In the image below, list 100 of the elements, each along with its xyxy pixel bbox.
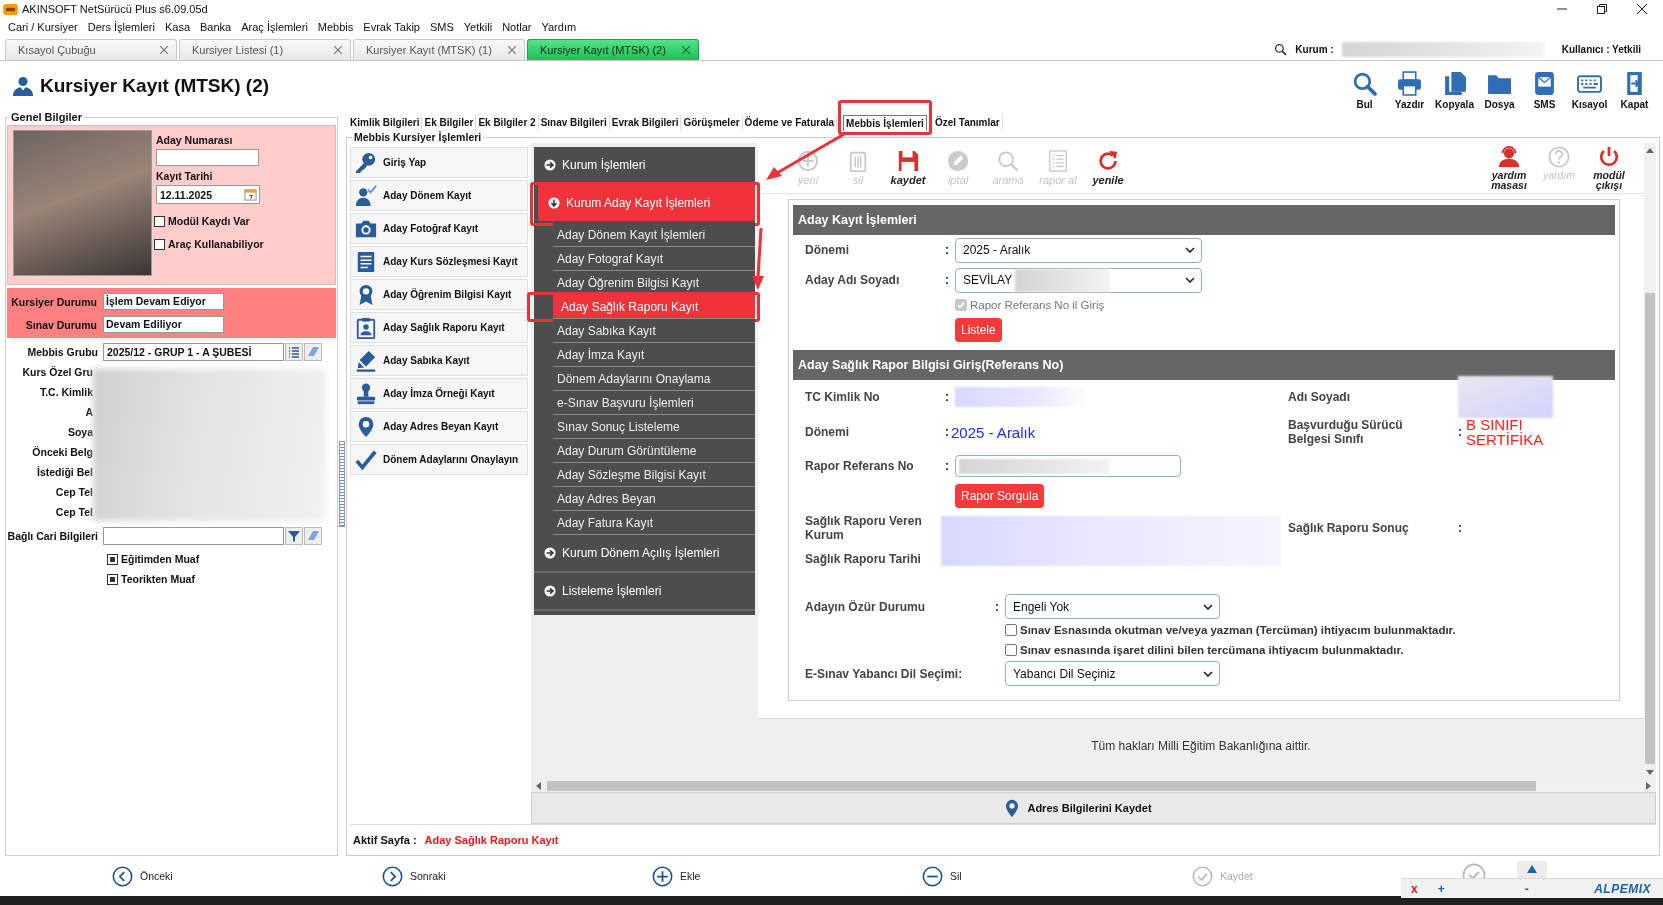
date-field[interactable]: 12.11.2025	[156, 185, 260, 204]
dropdown[interactable]: SEVİLAY	[955, 267, 1202, 293]
filter-icon[interactable]	[285, 527, 303, 545]
action-button[interactable]: Aday Kurs Sözleşmesi Kayıt	[350, 246, 528, 277]
action-button[interactable]: Aday Dönem Kayıt	[350, 180, 528, 211]
footer-text: Tüm hakları Milli Eğitim Bakanlığına aittir.	[1091, 739, 1311, 755]
action-button[interactable]: Aday Öğrenim Bilgisi Kayıt	[350, 279, 528, 310]
close-icon[interactable]	[1637, 4, 1647, 14]
nav-button[interactable]: Önceki	[112, 865, 173, 887]
menu-item[interactable]: Ders İşlemleri	[87, 21, 155, 33]
toolbar-button[interactable]: Bul	[1342, 70, 1387, 110]
toolbar-button[interactable]: Yazdır	[1387, 70, 1432, 110]
eraser-icon[interactable]	[304, 343, 322, 361]
add-button[interactable]: +	[1437, 881, 1445, 896]
checkbox[interactable]	[107, 573, 118, 585]
menu-item[interactable]: Mebbis	[317, 21, 354, 33]
nav-button[interactable]: Sonraki	[382, 865, 446, 887]
menu-item[interactable]: Araç İşlemleri	[241, 21, 308, 33]
menu-item[interactable]: Kasa	[164, 21, 190, 33]
separator: :	[945, 243, 950, 257]
menu-item[interactable]: Aday Dönem Kayıt İşlemleri	[553, 223, 755, 247]
minimize-button[interactable]: -	[1524, 881, 1529, 896]
action-button[interactable]: Aday İmza Örneği Kayıt	[350, 378, 528, 409]
window-title: AKINSOFT NetSürücü Plus s6.09.05d	[22, 3, 208, 15]
action-button[interactable]: Giriş Yap	[350, 147, 528, 178]
scrollbar-thumb[interactable]	[1645, 293, 1655, 764]
menu-item[interactable]: Banka	[200, 21, 232, 33]
search-icon[interactable]	[1274, 42, 1288, 56]
toolbar-button[interactable]: Kısayol	[1567, 70, 1612, 110]
field-label: T.C. Kimlik	[39, 385, 93, 400]
document-tab[interactable]: Kısayol Çubuğu	[5, 39, 177, 60]
input-field[interactable]	[955, 455, 1181, 477]
menu-item[interactable]: Evrak Takip	[363, 21, 420, 33]
tab[interactable]: Ek Bilgiler	[422, 115, 477, 131]
chevron-left-circle-icon	[112, 865, 133, 887]
toolbar-button[interactable]: Kopyala	[1432, 70, 1477, 110]
dropdown[interactable]: Engeli Yok	[1005, 594, 1220, 619]
menu-item[interactable]: Cari / Kursiyer	[8, 21, 78, 33]
checkbox[interactable]	[154, 215, 165, 227]
splitter-handle[interactable]	[339, 440, 345, 527]
document-tab[interactable]: Kursiyer Kayıt (MTSK) (2)	[527, 39, 699, 60]
tab[interactable]: Görüşmeler	[681, 115, 743, 131]
action-button[interactable]: Aday Sabıka Kayıt	[350, 345, 528, 376]
checkbox[interactable]	[107, 553, 118, 565]
toolbar-button[interactable]: SMS	[1522, 70, 1567, 110]
menu-item[interactable]: Aday Sağlık Raporu Kayıt	[553, 295, 755, 319]
nav-button[interactable]: Ekle	[652, 865, 701, 887]
caret-left-icon[interactable]	[535, 782, 541, 790]
caret-right-icon[interactable]	[1646, 782, 1652, 790]
tab[interactable]: Evrak Bilgileri	[609, 115, 682, 131]
horizontal-scrollbar[interactable]	[531, 780, 1656, 792]
tab[interactable]: Sınav Bilgileri	[538, 115, 610, 131]
section-header: Aday Kayıt İşlemleri	[793, 205, 1615, 235]
separator: :	[1458, 425, 1463, 439]
toolbar-button[interactable]: Dosya	[1477, 70, 1522, 110]
field-label: Önceki Belg	[32, 445, 93, 460]
restore-icon[interactable]	[1597, 4, 1607, 14]
checkbox[interactable]	[154, 238, 165, 250]
menu-item[interactable]: SMS	[429, 21, 454, 33]
checkbox[interactable]	[1005, 624, 1017, 636]
nav-button[interactable]: Sil	[922, 865, 962, 887]
tab[interactable]: Ödeme ve Faturala	[742, 115, 838, 131]
field-label: Mebbis Grubu	[26, 346, 99, 358]
checkbox[interactable]	[1005, 644, 1017, 656]
menu-item[interactable]: Yetkili	[463, 21, 493, 33]
calendar-icon[interactable]	[244, 188, 257, 201]
action-button[interactable]: Aday Sağlık Raporu Kayıt	[350, 312, 528, 343]
caret-down-icon[interactable]	[1646, 770, 1654, 776]
tab[interactable]: Mebbis İşlemleri	[843, 115, 927, 131]
dropdown[interactable]: 2025 - Aralık	[955, 237, 1202, 263]
field-value: 2025 - Aralık	[951, 423, 1037, 441]
scrollbar-thumb[interactable]	[547, 781, 1536, 791]
caret-up-icon[interactable]	[1646, 147, 1654, 153]
toolbar-button[interactable]: kaydet	[883, 150, 933, 186]
toolbar-button[interactable]: yenile	[1083, 150, 1133, 186]
menu-item[interactable]: Notlar	[502, 21, 532, 33]
dropdown[interactable]: Yabancı Dil Seçiniz	[1005, 661, 1220, 686]
document-tab[interactable]: Kursiyer Kayıt (MTSK) (1)	[353, 39, 525, 60]
trash-icon	[847, 150, 869, 172]
document-tab[interactable]: Kursiyer Listesi (1)	[179, 39, 351, 60]
query-button[interactable]: Rapor Sorgula	[955, 484, 1045, 508]
action-button[interactable]: Dönem Adaylarını Onaylayın	[350, 444, 528, 475]
list-icon[interactable]	[285, 343, 303, 361]
list-button[interactable]: Listele	[955, 318, 1002, 342]
menu-item[interactable]: Aday Sabıka Kayıt	[553, 319, 755, 343]
toolbar-button[interactable]: Kapat	[1612, 70, 1657, 110]
action-button[interactable]: Aday Adres Beyan Kayıt	[350, 411, 528, 442]
input-field[interactable]	[103, 527, 284, 545]
triangle-up-icon[interactable]	[1517, 861, 1547, 878]
toolbar-button[interactable]: modül çıkışı	[1584, 146, 1634, 190]
toolbar-button[interactable]: yardım masası	[1484, 146, 1534, 190]
menu-item[interactable]: Yardım	[541, 21, 577, 33]
tab[interactable]: Ek Bilgiler 2	[476, 115, 539, 131]
save-address-button[interactable]: Adres Bilgilerini Kaydet	[531, 792, 1656, 824]
input-field[interactable]: 2025/12 - GRUP 1 - A ŞUBESİ	[103, 343, 284, 361]
tab[interactable]: Özel Tanımlar	[932, 115, 1003, 131]
action-button[interactable]: Aday Fotoğraf Kayıt	[350, 213, 528, 244]
close-button[interactable]: x	[1411, 881, 1418, 896]
input-field[interactable]	[156, 149, 259, 166]
tab[interactable]: Kimlik Bilgileri	[348, 115, 423, 131]
